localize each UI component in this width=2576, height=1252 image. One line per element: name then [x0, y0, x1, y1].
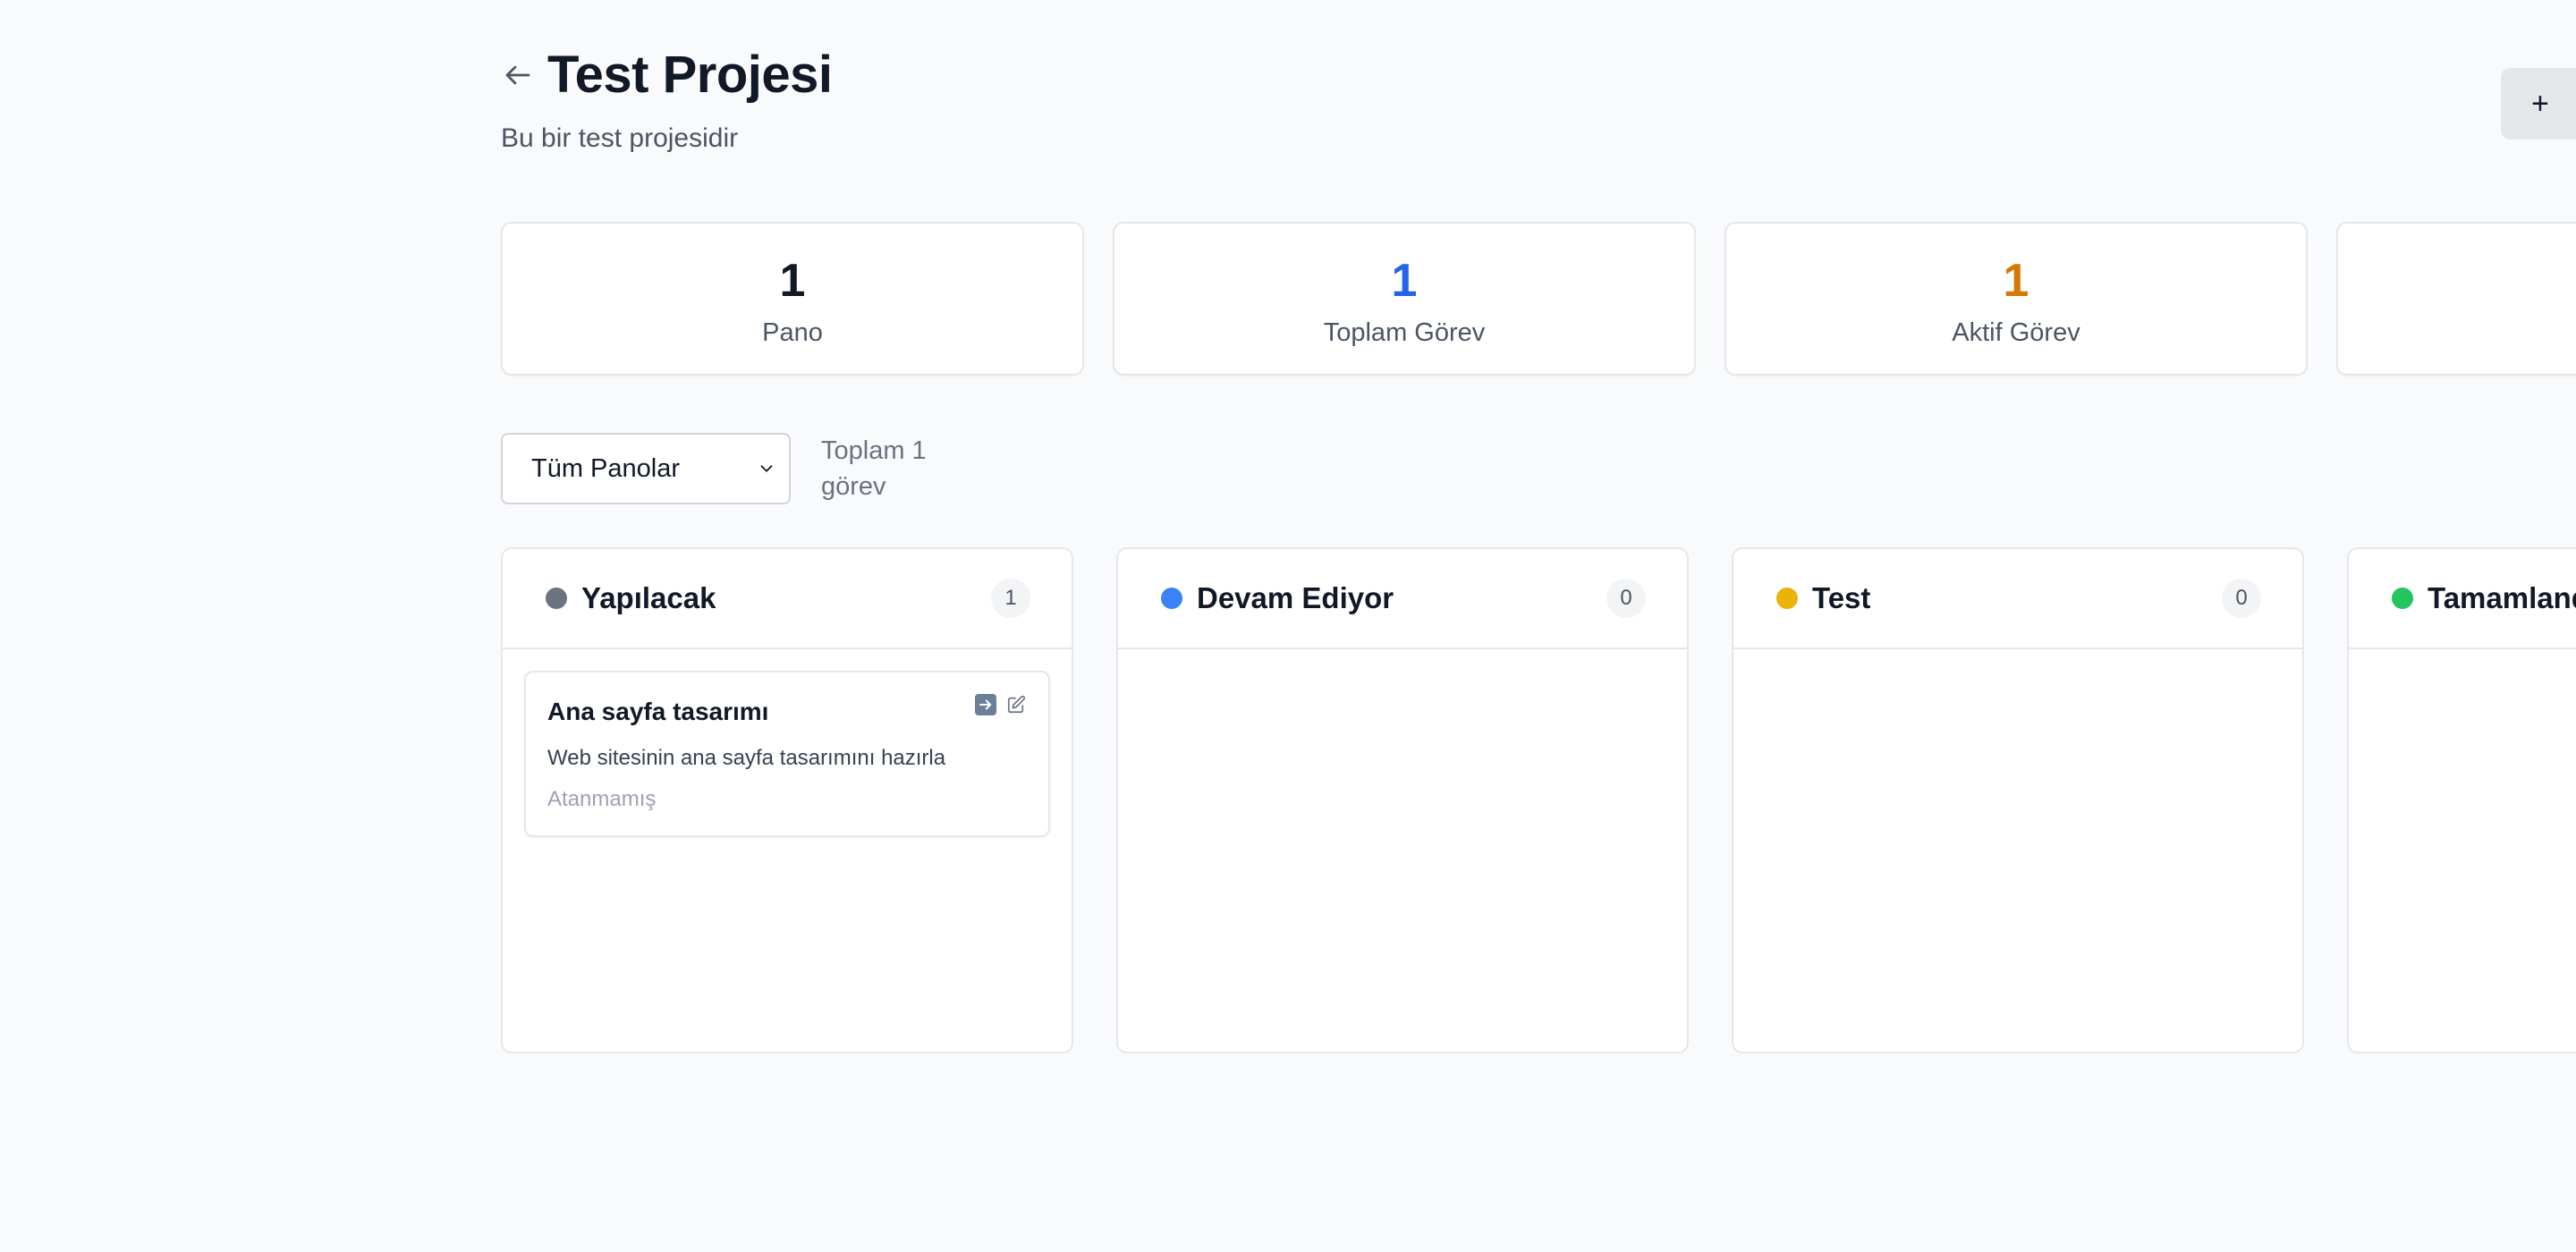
task-count-line: görev — [821, 472, 886, 501]
column-header: Yapılacak 1 — [503, 549, 1072, 649]
filter-row: Tüm Panolar Toplam 1 görev — [501, 433, 955, 504]
task-assignee: Atanmamış — [547, 787, 657, 811]
stat-label: Toplam Görev — [1323, 318, 1486, 347]
page-subtitle: Bu bir test projesidir — [501, 123, 739, 153]
board-filter-select[interactable]: Tüm Panolar — [501, 433, 791, 504]
column-title: Devam Ediyor — [1197, 581, 1394, 614]
add-button[interactable]: + — [2501, 68, 2576, 140]
move-right-icon[interactable] — [975, 694, 996, 715]
stat-value: 1 — [779, 255, 806, 307]
stat-label: Aktif Görev — [1952, 318, 2080, 347]
chevron-down-icon — [760, 465, 773, 472]
stat-card-completed: Ta — [2336, 222, 2576, 376]
count-badge: 1 — [991, 579, 1030, 618]
task-count-text: Toplam 1 görev — [821, 433, 955, 504]
column-test: Test 0 — [1732, 547, 2304, 1053]
page-title: Test Projesi — [547, 46, 833, 104]
stat-value: 1 — [1391, 255, 1418, 307]
stat-label: Ta — [2338, 299, 2576, 328]
count-badge: 0 — [2222, 579, 2261, 618]
column-title: Test — [1812, 581, 1871, 614]
column-header: Test 0 — [1733, 549, 2302, 649]
status-dot — [1161, 588, 1182, 609]
task-description: Web sitesinin ana sayfa tasarımını hazır… — [547, 746, 946, 770]
task-title: Ana sayfa tasarımı — [547, 698, 769, 725]
column-title: Yapılacak — [581, 581, 716, 614]
select-value: Tüm Panolar — [531, 453, 681, 483]
status-dot — [1776, 588, 1798, 609]
kanban-board: Yapılacak 1 Ana sayfa tasarımı Web sites… — [501, 547, 2576, 1053]
stat-label: Pano — [762, 318, 823, 347]
column-header: Tamamland — [2349, 549, 2576, 649]
plus-icon: + — [2531, 86, 2549, 121]
edit-icon[interactable] — [1005, 694, 1027, 715]
column-tamamlandi: Tamamland — [2347, 547, 2576, 1053]
stat-value: 1 — [2003, 255, 2029, 307]
status-dot — [546, 588, 567, 609]
stat-card-active-tasks: 1 Aktif Görev — [1724, 222, 2308, 376]
count-badge: 0 — [1606, 579, 1646, 618]
page-header: Test Projesi Bu bir test projesidir — [501, 43, 833, 154]
column-devam-ediyor: Devam Ediyor 0 — [1116, 547, 1689, 1053]
column-header: Devam Ediyor 0 — [1118, 549, 1687, 649]
status-dot — [2392, 588, 2413, 609]
back-button[interactable] — [501, 58, 535, 92]
column-yapilacak: Yapılacak 1 Ana sayfa tasarımı Web sites… — [501, 547, 1073, 1053]
column-title: Tamamland — [2428, 581, 2576, 614]
stats-row: 1 Pano 1 Toplam Görev 1 Aktif Görev Ta — [501, 222, 2576, 376]
stat-card-total-tasks: 1 Toplam Görev — [1113, 222, 1696, 376]
task-count-line: Toplam 1 — [821, 436, 927, 465]
task-actions — [975, 694, 1027, 715]
project-page: Test Projesi Bu bir test projesidir + 1 … — [0, 0, 2576, 1252]
stat-card-boards: 1 Pano — [501, 222, 1084, 376]
task-card[interactable]: Ana sayfa tasarımı Web sitesinin ana say… — [524, 671, 1050, 837]
arrow-left-icon — [505, 65, 530, 85]
title-row: Test Projesi — [501, 43, 833, 107]
